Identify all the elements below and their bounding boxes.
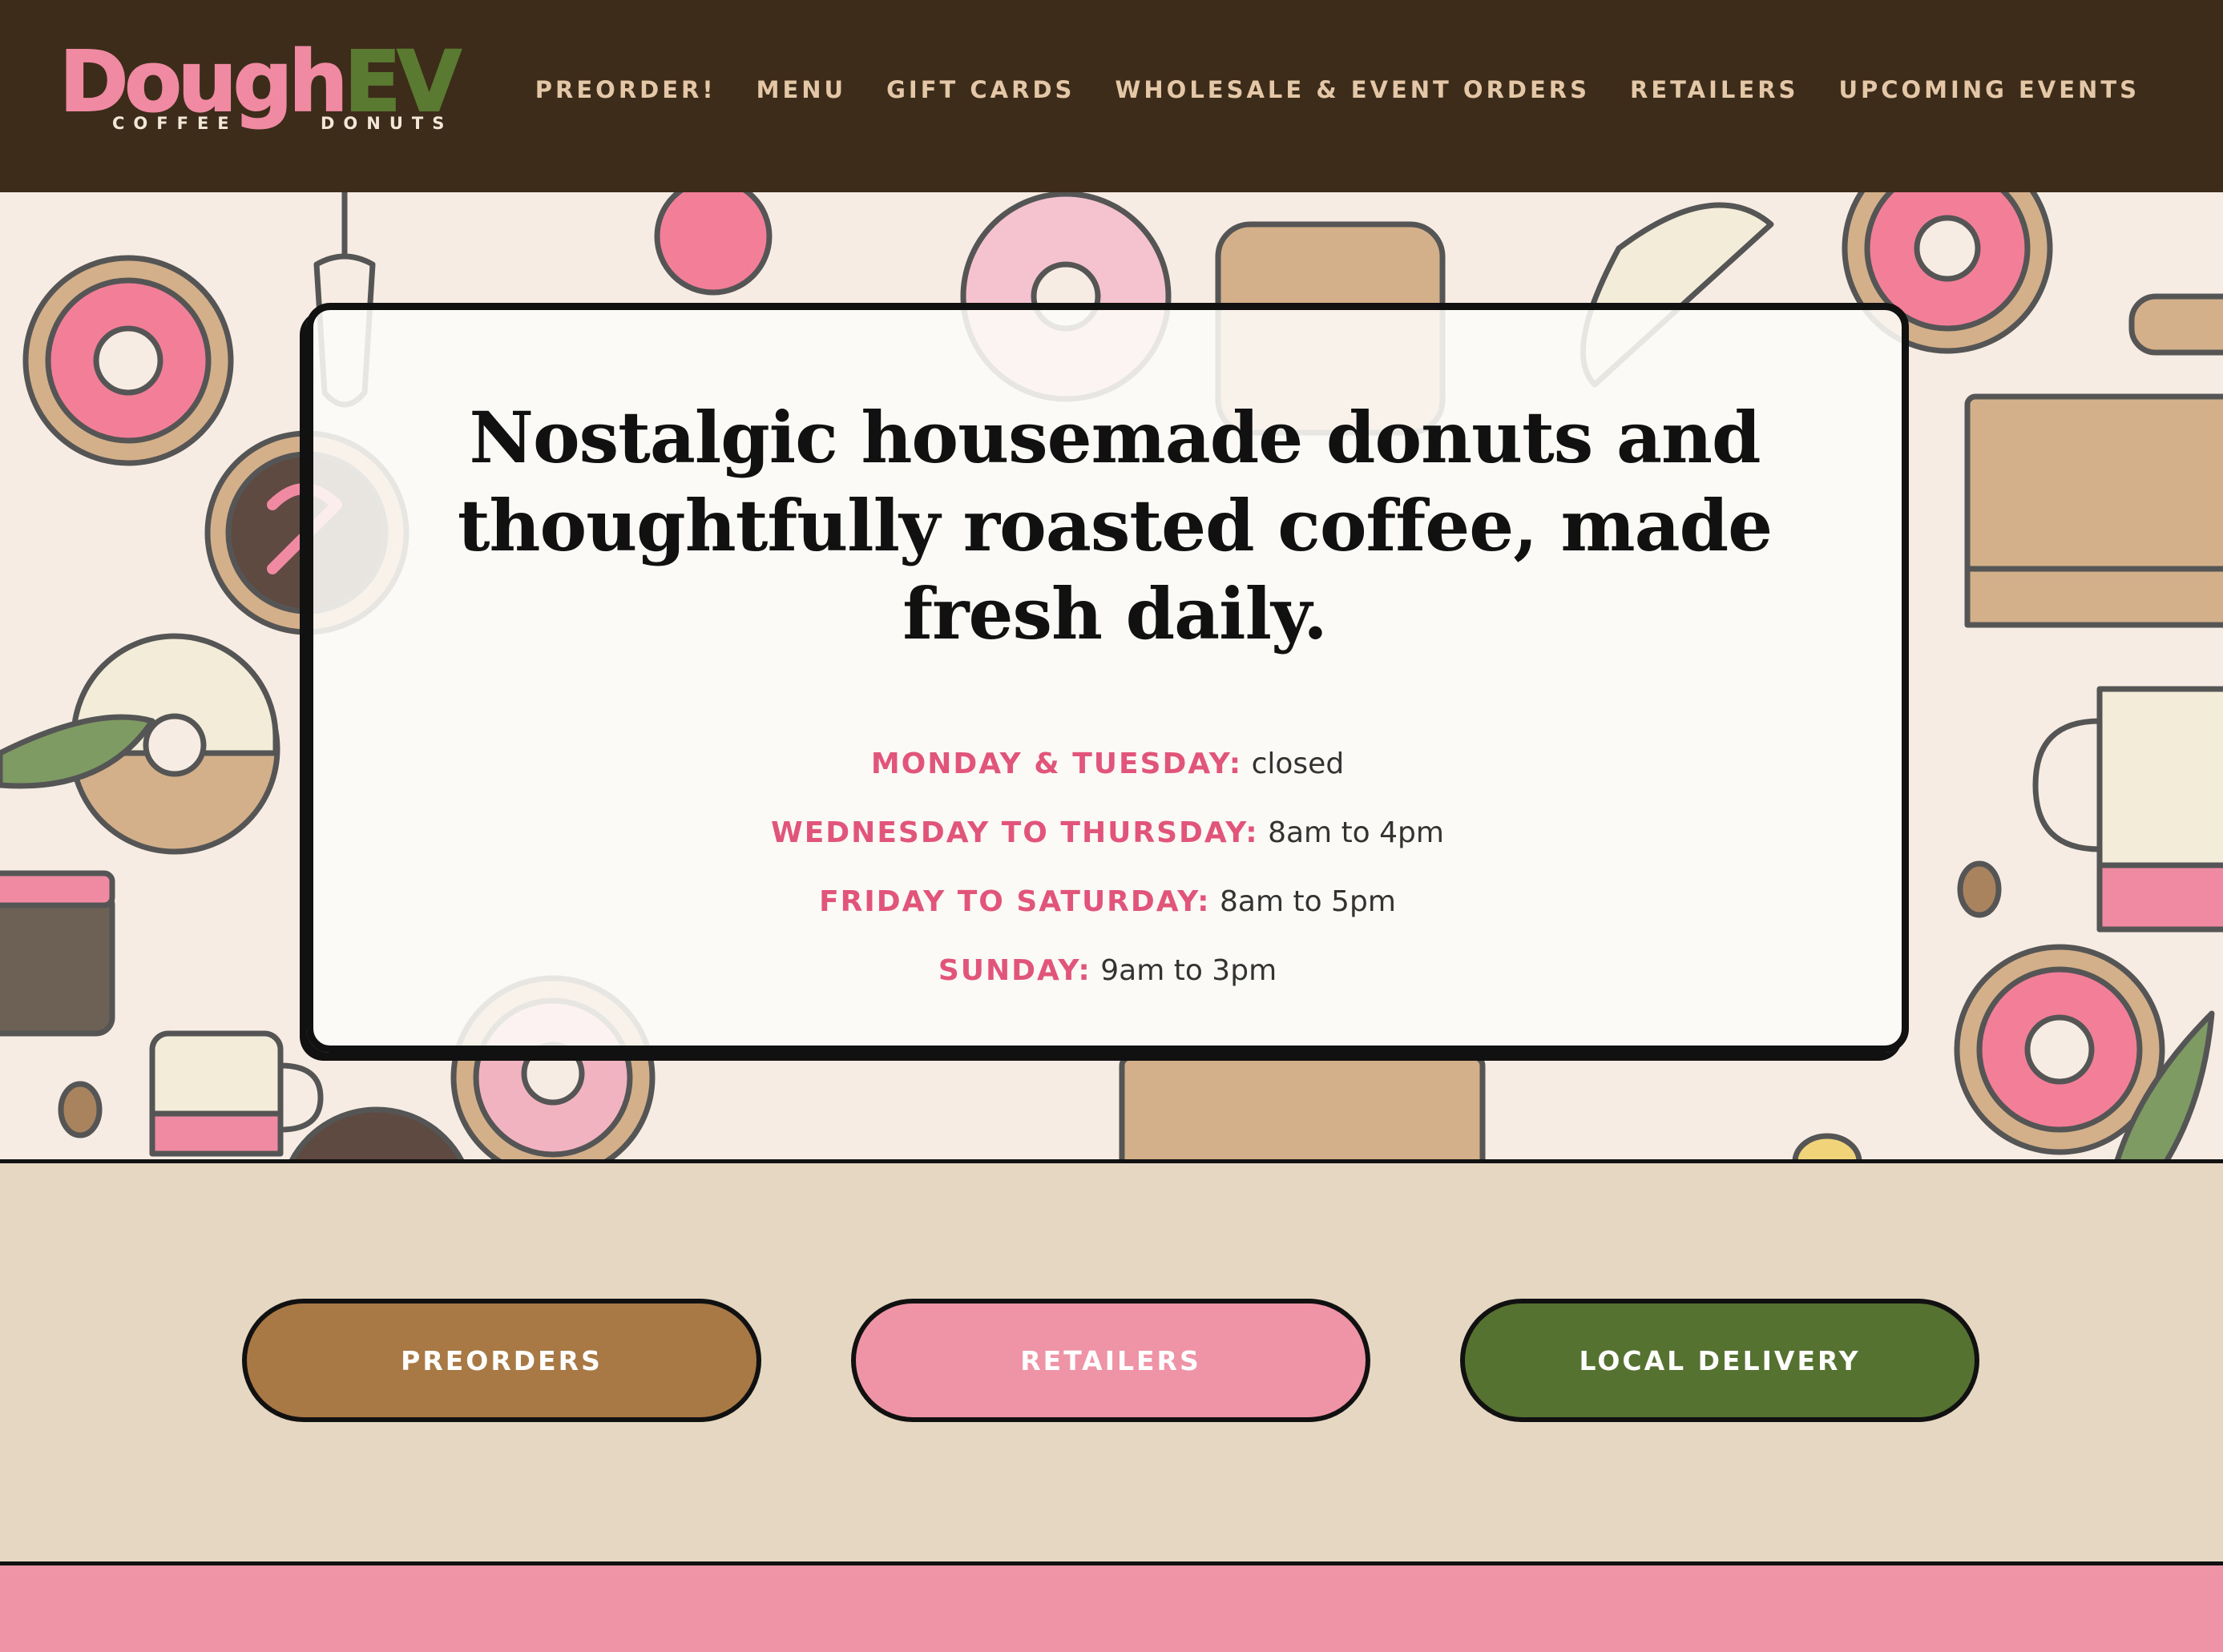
nav-item-upcoming-events[interactable]: UPCOMING EVENTS	[1838, 72, 2140, 107]
chocolate-donut-icon	[289, 1106, 464, 1159]
site-header: DoughEV COFFEE DONUTS PREORDER! MENU GIF…	[0, 0, 2223, 192]
pitcher-icon	[2032, 686, 2223, 933]
nav-item-wholesale[interactable]: WHOLESALE & EVENT ORDERS	[1115, 72, 1590, 107]
donut-icon	[22, 255, 234, 466]
logo[interactable]: DoughEV COFFEE DONUTS	[58, 33, 484, 138]
hours-day: MONDAY & TUESDAY:	[870, 747, 1243, 780]
rolling-pin-icon	[2128, 293, 2223, 356]
hours-row: FRIDAY TO SATURDAY: 8am to 5pm	[313, 868, 1902, 937]
hero-section: Nostalgic housemade donuts and thoughtfu…	[0, 192, 2223, 1163]
preorders-button[interactable]: PREORDERS	[242, 1299, 761, 1422]
nav-item-preorder[interactable]: PREORDER!	[535, 72, 716, 107]
hours-day: SUNDAY:	[938, 954, 1091, 987]
retailers-button[interactable]: RETAILERS	[851, 1299, 1370, 1422]
hours-time: 8am to 5pm	[1220, 885, 1396, 918]
local-delivery-button[interactable]: LOCAL DELIVERY	[1460, 1299, 1979, 1422]
nav-item-menu[interactable]: MENU	[756, 72, 847, 107]
espresso-machine-icon	[1964, 393, 2223, 628]
hero-title: Nostalgic housemade donuts and thoughtfu…	[457, 396, 1773, 655]
hours-row: WEDNESDAY TO THURSDAY: 8am to 4pm	[313, 799, 1902, 868]
bee-icon	[1792, 1133, 1862, 1159]
hours-time: 9am to 3pm	[1100, 954, 1277, 987]
espresso-machine-icon	[1119, 1054, 1486, 1159]
hours-day: WEDNESDAY TO THURSDAY:	[771, 816, 1259, 849]
hours-day: FRIDAY TO SATURDAY:	[819, 885, 1211, 918]
footer-band	[0, 1561, 2223, 1652]
opening-hours: MONDAY & TUESDAY: closed WEDNESDAY TO TH…	[313, 730, 1902, 1005]
mug-icon	[149, 1030, 324, 1157]
cta-section: PREORDERS RETAILERS LOCAL DELIVERY	[0, 1167, 2223, 1561]
coffee-pot-icon	[0, 870, 115, 1037]
hero-card: Nostalgic housemade donuts and thoughtfu…	[306, 303, 1909, 1053]
logo-tagline-coffee: COFFEE	[112, 114, 238, 133]
hours-row: MONDAY & TUESDAY: closed	[313, 730, 1902, 799]
hours-time: closed	[1251, 747, 1345, 780]
radish-icon	[654, 192, 773, 296]
hours-time: 8am to 4pm	[1268, 816, 1444, 849]
hours-row: SUNDAY: 9am to 3pm	[313, 937, 1902, 1005]
logo-tagline-donuts: DONUTS	[321, 114, 454, 133]
nav-item-retailers[interactable]: RETAILERS	[1630, 72, 1798, 107]
main-nav: PREORDER! MENU GIFT CARDS WHOLESALE & EV…	[535, 72, 2140, 107]
nav-item-gift-cards[interactable]: GIFT CARDS	[886, 72, 1075, 107]
